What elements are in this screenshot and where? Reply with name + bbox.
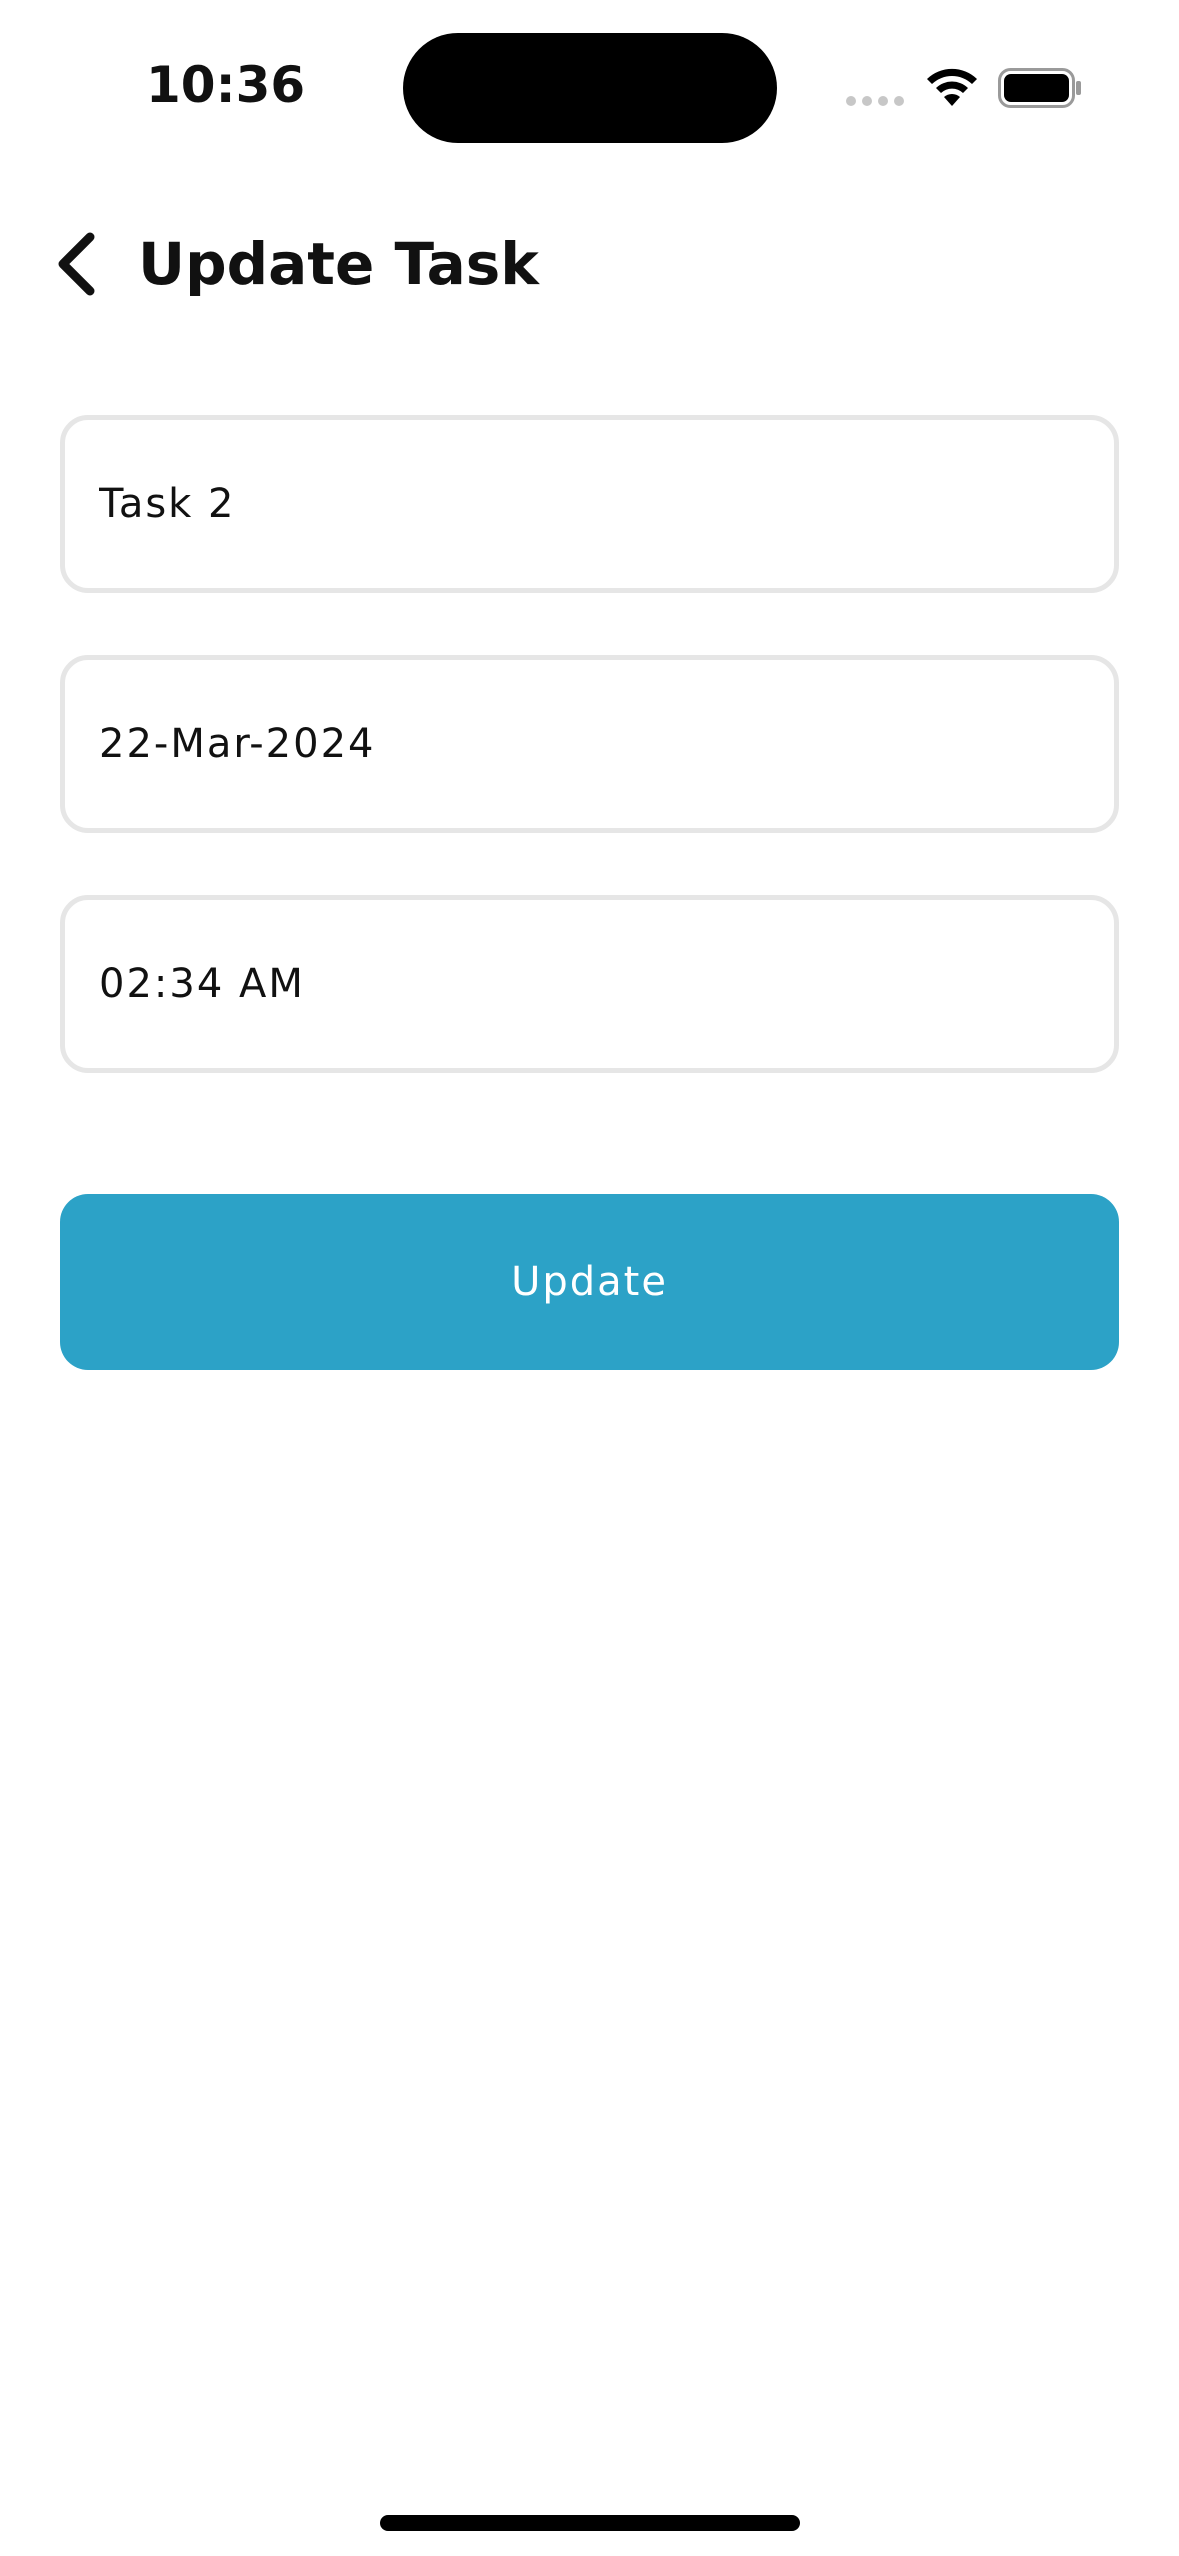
wifi-icon <box>927 68 977 106</box>
signal-dots-icon <box>846 96 904 106</box>
time-input[interactable] <box>99 961 1114 1007</box>
page-title: Update Task <box>138 230 539 298</box>
dynamic-island <box>403 33 777 143</box>
time-field[interactable] <box>60 895 1119 1073</box>
status-time: 10:36 <box>146 56 306 114</box>
chevron-left-icon <box>58 232 95 296</box>
task-name-field[interactable] <box>60 415 1119 593</box>
date-field[interactable] <box>60 655 1119 833</box>
date-input[interactable] <box>99 721 1114 767</box>
update-button[interactable]: Update <box>60 1194 1119 1370</box>
task-name-input[interactable] <box>99 481 1114 527</box>
home-indicator <box>380 2515 800 2531</box>
back-button[interactable] <box>46 222 106 306</box>
battery-icon <box>998 68 1081 108</box>
